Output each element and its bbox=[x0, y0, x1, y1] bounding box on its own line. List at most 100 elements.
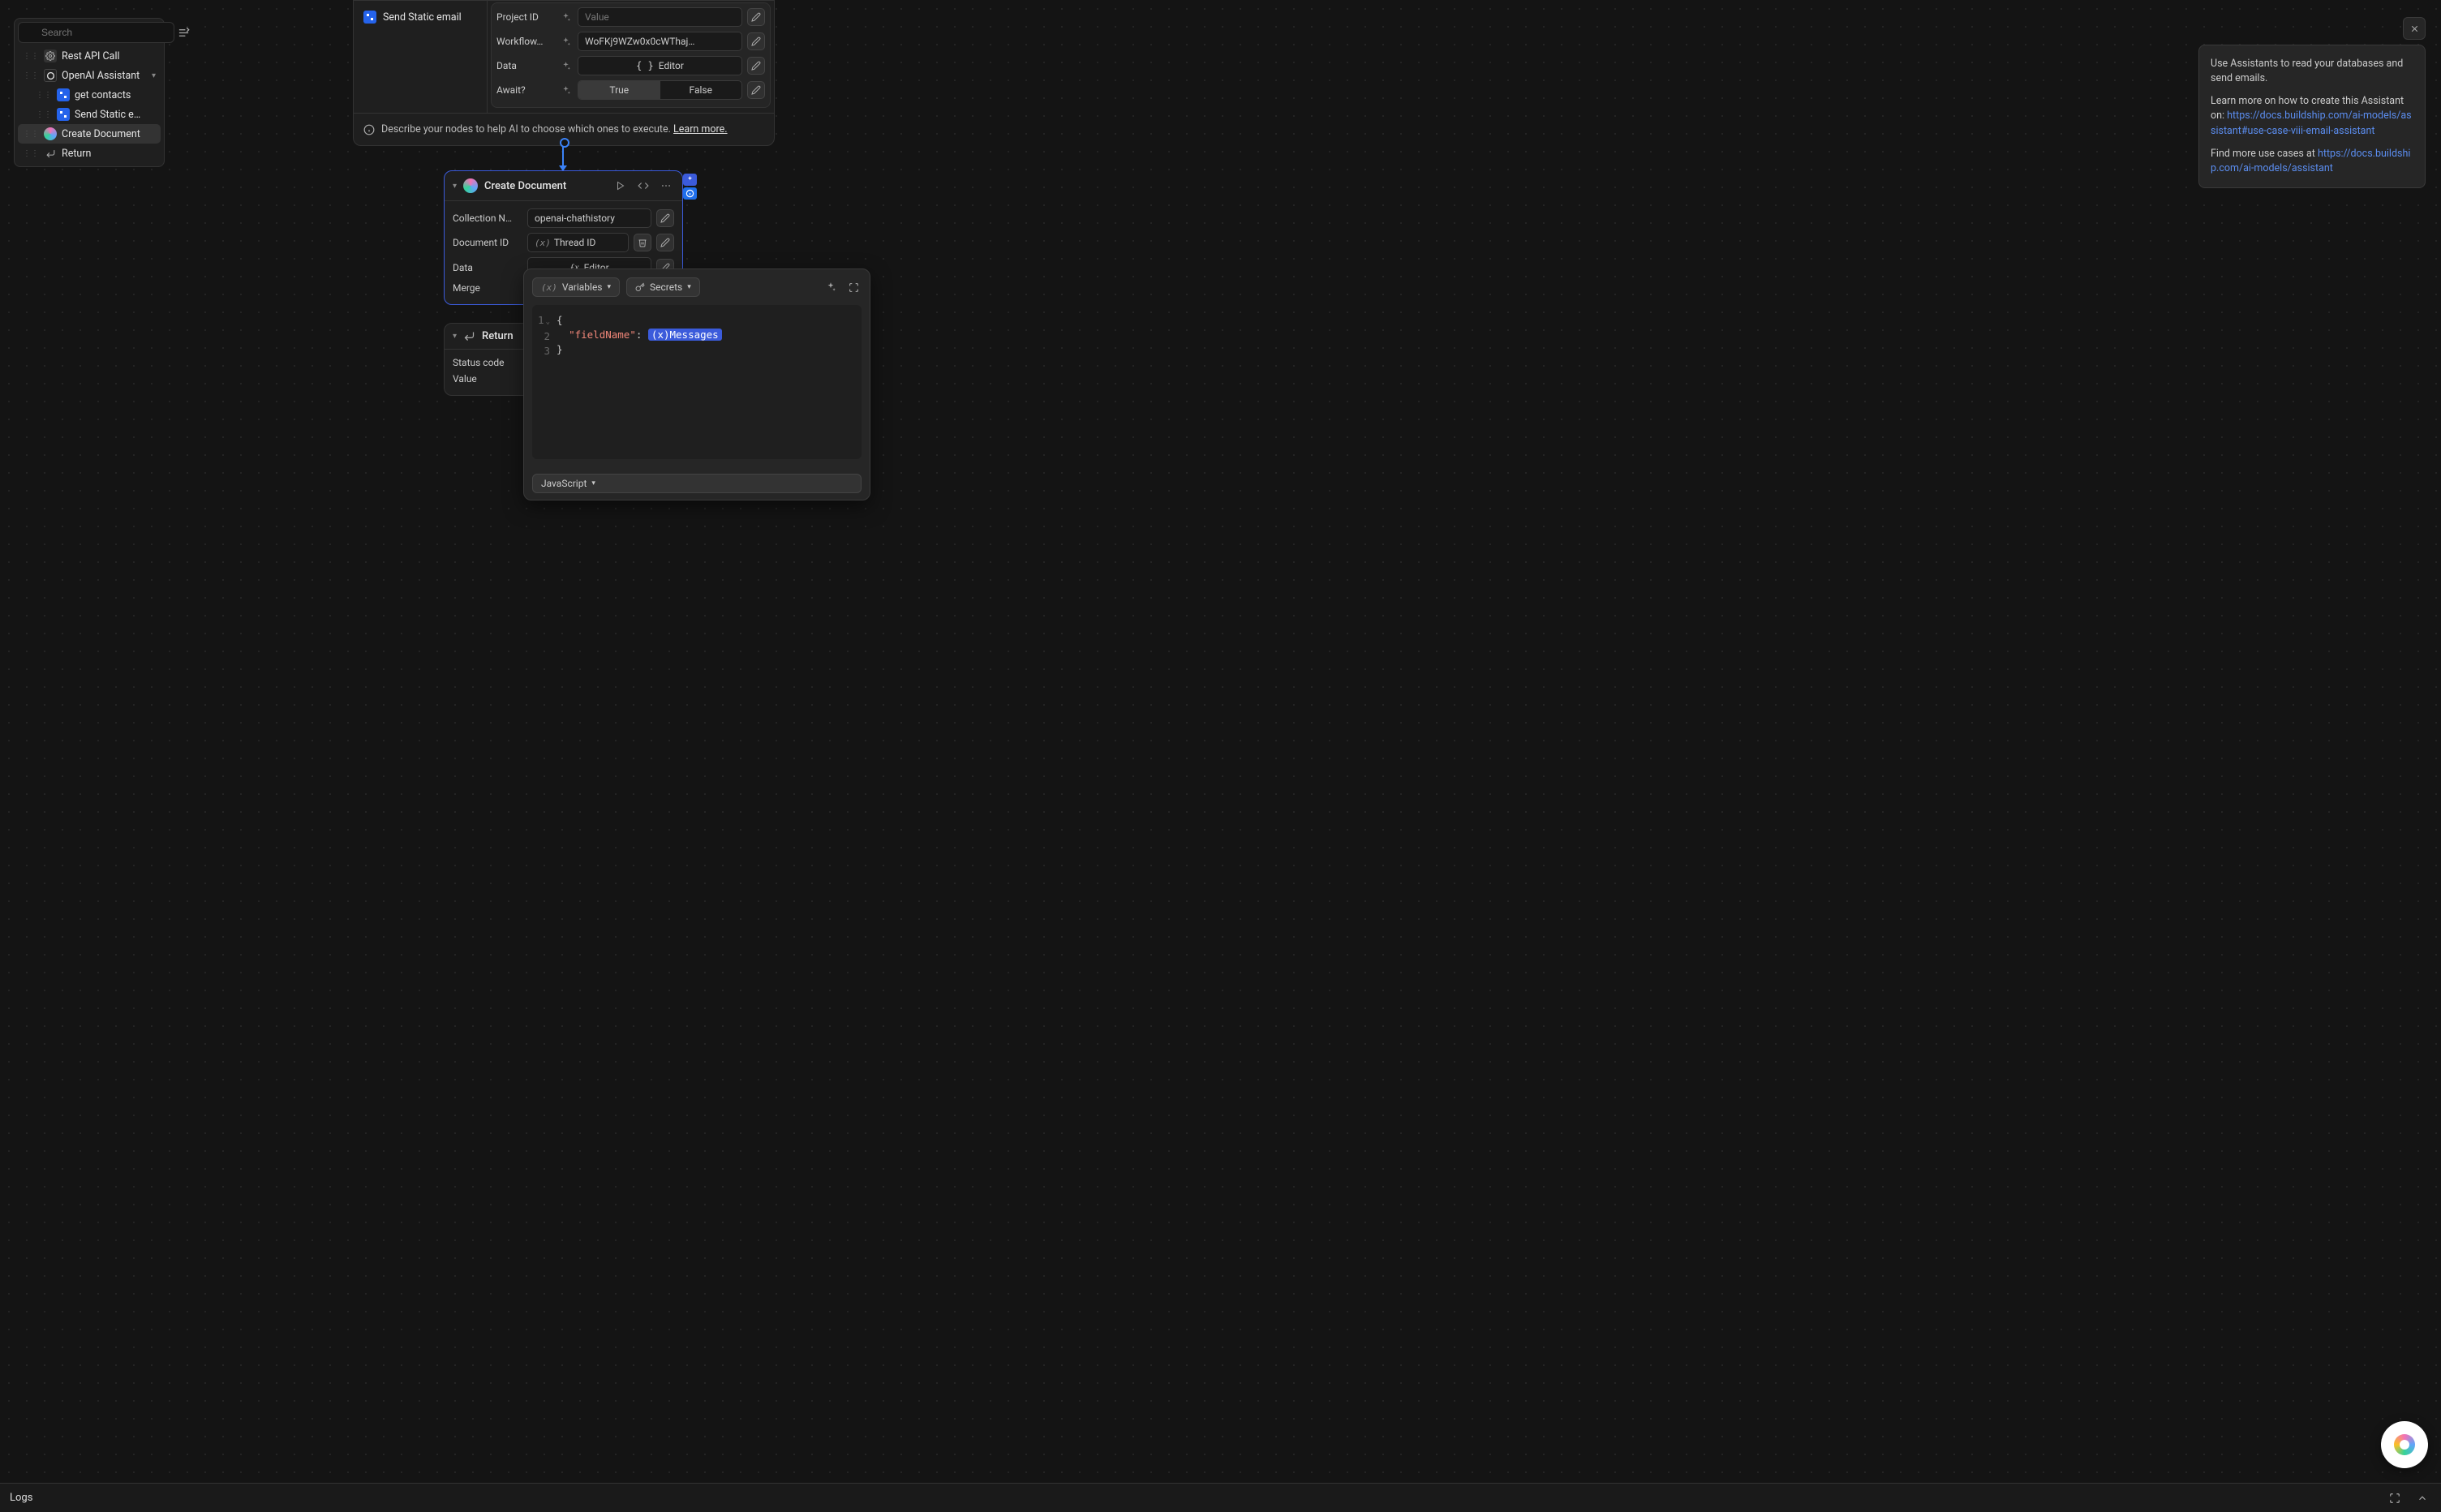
tree-item-label: Create Document bbox=[62, 128, 140, 140]
tree-item-label: Rest API Call bbox=[62, 50, 120, 62]
learn-more-link[interactable]: Learn more. bbox=[673, 123, 728, 135]
line-gutter: 1⌄ 2 3 bbox=[532, 313, 557, 451]
tree-item-label: Return bbox=[62, 148, 91, 160]
chevron-down-icon[interactable]: ▾ bbox=[152, 71, 156, 80]
search-input[interactable] bbox=[18, 22, 174, 43]
ai-wand-badge[interactable] bbox=[683, 174, 697, 186]
prop-label-project-id: Project ID bbox=[496, 11, 553, 23]
buildship-icon bbox=[44, 127, 57, 140]
edit-button[interactable] bbox=[747, 8, 765, 26]
key-icon bbox=[635, 282, 645, 292]
tree-item-label: OpenAI Assistant bbox=[62, 70, 147, 82]
variable-token[interactable]: (x)Messages bbox=[648, 329, 722, 341]
braces-icon: { } bbox=[636, 60, 654, 71]
ai-suggest-button[interactable] bbox=[558, 83, 573, 97]
project-id-input[interactable]: Value bbox=[578, 7, 742, 27]
await-true-option[interactable]: True bbox=[578, 81, 660, 99]
code-button[interactable] bbox=[635, 178, 651, 194]
close-button[interactable] bbox=[2403, 17, 2426, 40]
node-connector bbox=[562, 141, 564, 170]
info-text: Find more use cases at bbox=[2211, 148, 2318, 160]
chevron-down-icon: ▾ bbox=[591, 479, 595, 488]
drag-handle-icon[interactable]: ⋮⋮ bbox=[23, 149, 39, 158]
language-select[interactable]: JavaScript ▾ bbox=[532, 474, 862, 493]
edit-button[interactable] bbox=[656, 209, 674, 227]
data-editor-button[interactable]: { } Editor bbox=[578, 56, 742, 75]
document-id-input[interactable]: (x) Thread ID bbox=[527, 233, 629, 252]
secrets-button[interactable]: Secrets ▾ bbox=[626, 277, 700, 297]
ai-suggest-button[interactable] bbox=[558, 58, 573, 73]
openai-assistant-node: Send Static email Project ID Value Workf… bbox=[353, 0, 775, 146]
prop-label-collection: Collection N… bbox=[453, 213, 522, 224]
drag-handle-icon[interactable]: ⋮⋮ bbox=[36, 91, 52, 100]
workflow-input[interactable]: WoFKj9WZw0x0cWThaj… bbox=[578, 32, 742, 51]
prop-label-merge: Merge bbox=[453, 282, 522, 294]
tree-item-get-contacts[interactable]: ⋮⋮ get contacts bbox=[18, 85, 161, 105]
drag-handle-icon[interactable]: ⋮⋮ bbox=[36, 110, 52, 119]
docs-link[interactable]: https://docs.buildship.com/ai-models/ass… bbox=[2211, 110, 2412, 136]
canvas-background[interactable] bbox=[0, 0, 2441, 1512]
code-editor-popup: (x) Variables ▾ Secrets ▾ 1⌄ 2 3 { "fiel… bbox=[523, 268, 870, 500]
tree-item-openai-assistant[interactable]: ⋮⋮ OpenAI Assistant ▾ bbox=[18, 66, 161, 85]
edit-button[interactable] bbox=[747, 81, 765, 99]
expand-logs-button[interactable] bbox=[2413, 1489, 2431, 1507]
sub-node-label: Send Static email bbox=[383, 11, 462, 24]
buildship-icon bbox=[463, 178, 478, 193]
variables-button[interactable]: (x) Variables ▾ bbox=[532, 277, 620, 297]
ai-suggest-button[interactable] bbox=[558, 10, 573, 24]
ai-suggest-button[interactable] bbox=[558, 34, 573, 49]
workflow-icon bbox=[57, 88, 70, 101]
prop-label-workflow: Workflow… bbox=[496, 36, 553, 47]
tree-item-rest-api[interactable]: ⋮⋮ Rest API Call bbox=[18, 46, 161, 66]
variable-icon: (x) bbox=[535, 238, 551, 248]
prop-label-value: Value bbox=[453, 373, 477, 384]
fullscreen-button[interactable] bbox=[2386, 1489, 2404, 1507]
info-badge[interactable] bbox=[683, 187, 697, 200]
ai-wand-button[interactable] bbox=[823, 279, 839, 295]
workflow-icon bbox=[57, 108, 70, 121]
chevron-down-icon[interactable]: ▾ bbox=[453, 332, 457, 341]
await-false-option[interactable]: False bbox=[660, 81, 742, 99]
logs-bar: Logs bbox=[0, 1483, 2441, 1512]
return-icon bbox=[44, 147, 57, 160]
chevron-down-icon[interactable]: ▾ bbox=[453, 182, 457, 191]
drag-handle-icon[interactable]: ⋮⋮ bbox=[23, 71, 39, 80]
node-title: Create Document bbox=[484, 180, 606, 192]
edit-button[interactable] bbox=[747, 57, 765, 75]
drag-handle-icon[interactable]: ⋮⋮ bbox=[23, 130, 39, 139]
help-fab-button[interactable] bbox=[2381, 1421, 2428, 1468]
workflow-icon bbox=[363, 11, 376, 24]
info-panel: Use Assistants to read your databases an… bbox=[2198, 17, 2426, 188]
code-content[interactable]: { "fieldName": (x)Messages } bbox=[557, 313, 862, 451]
buildship-icon bbox=[2394, 1434, 2415, 1455]
openai-icon bbox=[44, 69, 57, 82]
tree-item-label: get contacts bbox=[75, 89, 131, 101]
delete-button[interactable] bbox=[634, 234, 651, 251]
tree-item-return[interactable]: ⋮⋮ Return bbox=[18, 144, 161, 163]
info-icon bbox=[363, 124, 375, 135]
prop-label-data: Data bbox=[453, 262, 522, 273]
prop-label-await: Await? bbox=[496, 84, 553, 96]
logs-title: Logs bbox=[10, 1492, 2376, 1504]
chevron-down-icon: ▾ bbox=[608, 283, 612, 291]
tree-item-label: Send Static e… bbox=[75, 109, 140, 121]
edit-button[interactable] bbox=[656, 234, 674, 251]
edit-button[interactable] bbox=[747, 32, 765, 50]
more-button[interactable] bbox=[658, 178, 674, 194]
fullscreen-button[interactable] bbox=[845, 279, 862, 295]
variable-icon: (x) bbox=[541, 282, 557, 293]
collapse-tree-button[interactable] bbox=[178, 23, 190, 42]
prop-label-data: Data bbox=[496, 60, 553, 71]
run-button[interactable] bbox=[612, 178, 629, 194]
info-text: Use Assistants to read your databases an… bbox=[2211, 57, 2413, 86]
drag-handle-icon[interactable]: ⋮⋮ bbox=[23, 52, 39, 61]
code-editor[interactable]: 1⌄ 2 3 { "fieldName": (x)Messages } bbox=[532, 305, 862, 459]
node-tree-panel: ⋮⋮ Rest API Call ⋮⋮ OpenAI Assistant ▾ ⋮… bbox=[14, 18, 165, 167]
collection-name-input[interactable]: openai-chathistory bbox=[527, 208, 651, 228]
sub-node-send-static-email[interactable]: Send Static email bbox=[362, 7, 479, 27]
gear-icon bbox=[44, 49, 57, 62]
tree-item-send-static-email[interactable]: ⋮⋮ Send Static e… bbox=[18, 105, 161, 124]
await-toggle: True False bbox=[578, 80, 742, 100]
prop-label-status-code: Status code bbox=[453, 357, 505, 368]
tree-item-create-document[interactable]: ⋮⋮ Create Document bbox=[18, 124, 161, 144]
